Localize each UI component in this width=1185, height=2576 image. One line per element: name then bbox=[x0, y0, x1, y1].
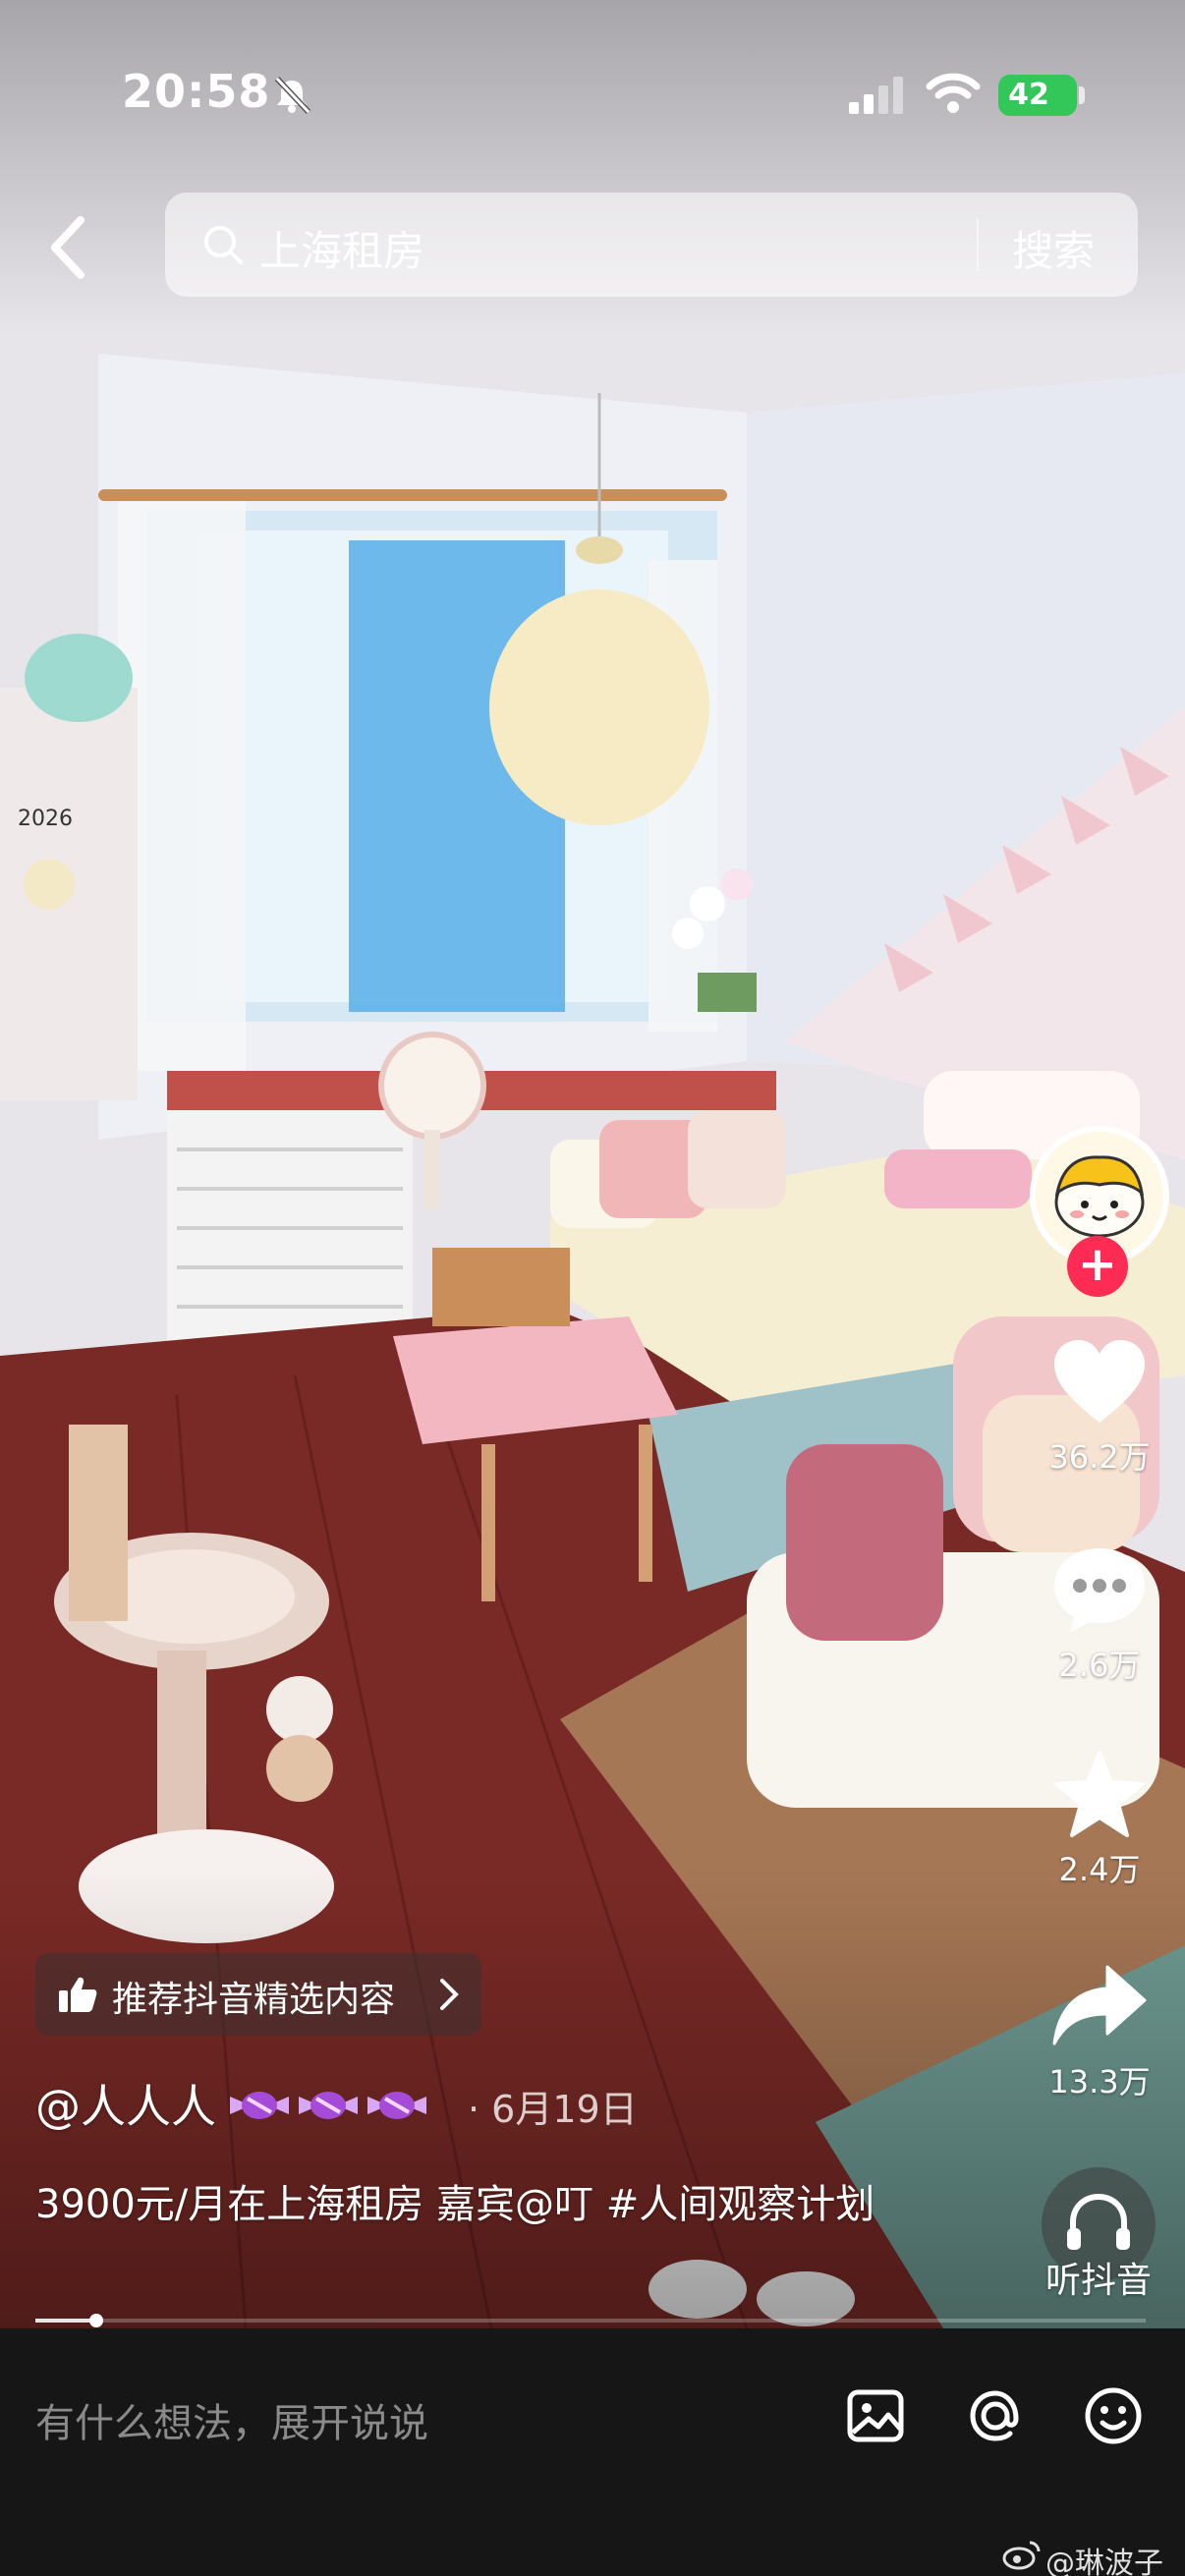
mute-bell-icon bbox=[274, 76, 311, 115]
candy-emoji-icon bbox=[367, 2092, 426, 2119]
post-caption[interactable]: 3900元/月在上海租房 嘉宾@叮 #人间观察计划 bbox=[35, 2175, 920, 2234]
comment-input[interactable]: 有什么想法，展开说说 bbox=[35, 2391, 428, 2448]
status-time: 20:58 bbox=[122, 65, 271, 118]
search-bar[interactable]: 上海租房 搜索 bbox=[165, 193, 1138, 297]
comment-count: 2.6万 bbox=[1058, 1647, 1141, 1684]
candy-emoji-icon bbox=[299, 2092, 358, 2119]
chevron-right-icon bbox=[440, 1979, 459, 2010]
star-icon bbox=[1054, 1751, 1145, 1837]
author-name[interactable]: @人人人 bbox=[35, 2071, 216, 2136]
share-count: 13.3万 bbox=[1048, 2063, 1151, 2100]
candy-emoji-icon bbox=[230, 2092, 289, 2119]
calendar-year: 2026 bbox=[18, 807, 73, 831]
search-divider bbox=[977, 218, 979, 271]
recommend-banner[interactable]: 推荐抖音精选内容 bbox=[35, 1953, 481, 2036]
post-date: · 6月19日 bbox=[468, 2088, 638, 2131]
heart-icon bbox=[1054, 1340, 1145, 1423]
favorite-count: 2.4万 bbox=[1058, 1851, 1141, 1888]
weibo-watermark: @琳波子 bbox=[1045, 2547, 1163, 2576]
image-icon[interactable] bbox=[843, 2383, 908, 2448]
search-button[interactable]: 搜索 bbox=[1012, 218, 1095, 278]
like-button[interactable]: 36.2万 bbox=[1028, 1336, 1171, 1478]
emoji-icon[interactable] bbox=[1081, 2383, 1146, 2448]
progress-fill bbox=[35, 2319, 97, 2323]
search-query[interactable]: 上海租房 bbox=[259, 218, 424, 278]
at-icon[interactable] bbox=[963, 2383, 1028, 2448]
follow-button[interactable]: + bbox=[1067, 1236, 1128, 1297]
favorite-button[interactable]: 2.4万 bbox=[1028, 1749, 1171, 1890]
share-button[interactable]: 13.3万 bbox=[1028, 1961, 1171, 2102]
recommend-label: 推荐抖音精选内容 bbox=[112, 1980, 396, 2020]
like-count: 36.2万 bbox=[1048, 1438, 1151, 1476]
share-icon bbox=[1052, 1965, 1147, 2045]
wifi-icon bbox=[926, 73, 981, 113]
listen-label: 听抖音 bbox=[1044, 2261, 1152, 2301]
comment-icon bbox=[1054, 1548, 1145, 1633]
signal-icon bbox=[849, 77, 903, 114]
listen-douyin-button[interactable]: 听抖音 bbox=[1034, 2167, 1163, 2301]
weibo-icon bbox=[1002, 2541, 1041, 2570]
battery-level: 42 bbox=[1008, 78, 1049, 112]
thumb-up-icon bbox=[59, 1977, 97, 2012]
back-icon[interactable] bbox=[43, 212, 94, 283]
status-bar: 20:58 42 bbox=[0, 0, 1185, 187]
video-progress-bar[interactable] bbox=[35, 2314, 1146, 2327]
battery-indicator: 42 bbox=[998, 75, 1085, 116]
comment-button[interactable]: 2.6万 bbox=[1028, 1544, 1171, 1686]
search-icon bbox=[204, 226, 243, 264]
